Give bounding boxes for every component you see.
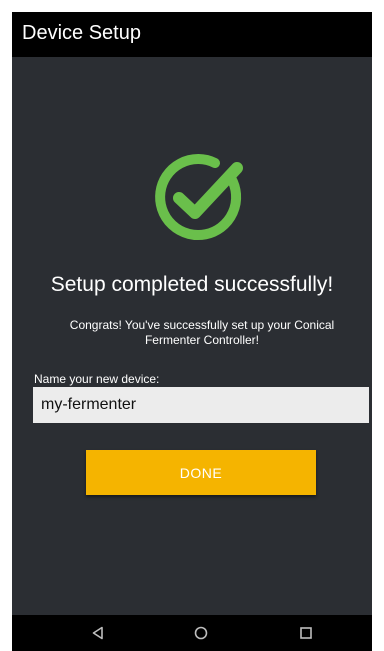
check-circle-icon: [153, 150, 249, 246]
recents-icon[interactable]: [286, 615, 326, 651]
home-icon[interactable]: [181, 615, 221, 651]
app-bar: Device Setup: [12, 12, 372, 57]
back-icon[interactable]: [78, 615, 118, 651]
success-message: Congrats! You've successfully set up you…: [69, 318, 335, 347]
navigation-bar: [12, 615, 372, 651]
done-button[interactable]: DONE: [86, 450, 316, 495]
device-name-label: Name your new device:: [34, 372, 160, 386]
app-bar-title: Device Setup: [22, 22, 141, 44]
phone-screen: Device Setup Setup completed successfull…: [12, 12, 372, 651]
device-name-input[interactable]: [33, 387, 369, 423]
success-headline: Setup completed successfully!: [50, 273, 334, 296]
